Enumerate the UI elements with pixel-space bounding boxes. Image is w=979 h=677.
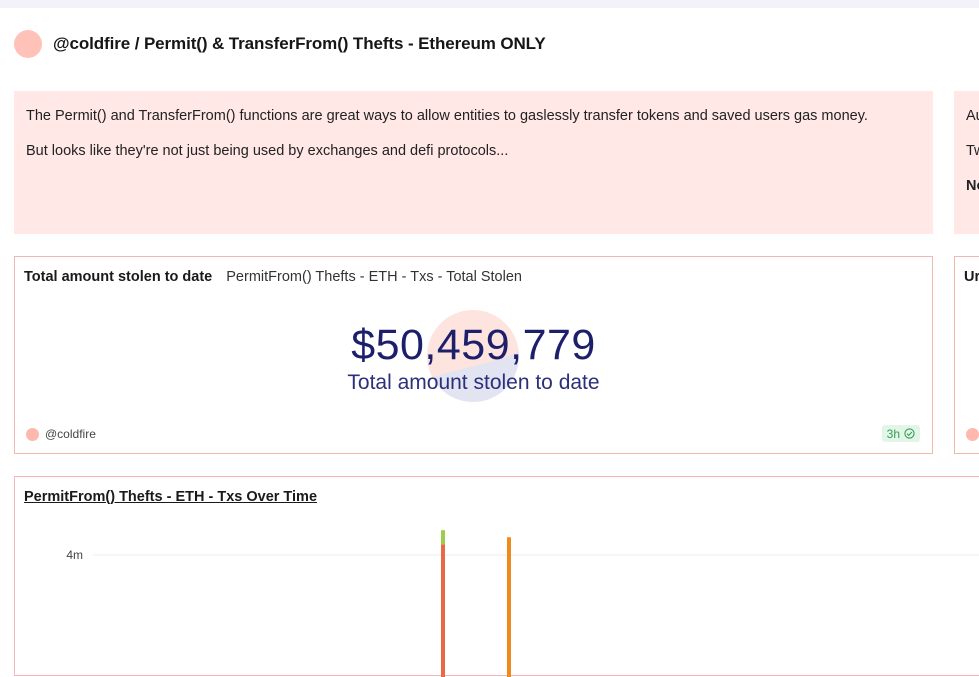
author-name: @coldfire xyxy=(45,427,96,441)
counter-card-author[interactable]: @coldfire xyxy=(26,427,96,441)
counter-value: $50,459,779 xyxy=(351,321,596,369)
side-counter-card[interactable]: Ur xyxy=(954,256,979,454)
author-avatar[interactable] xyxy=(14,30,42,58)
side-text-line-2: Tw xyxy=(966,143,979,159)
counter-card-title: Total amount stolen to date xyxy=(24,269,213,285)
side-author-avatar-small xyxy=(966,428,979,441)
dashboard-title: @coldfire / Permit() & TransferFrom() Th… xyxy=(53,34,546,53)
bar-0-series-0[interactable] xyxy=(441,544,445,677)
dashboard-header: @coldfire / Permit() & TransferFrom() Th… xyxy=(14,29,546,59)
side-counter-card-title: Ur xyxy=(964,269,979,285)
side-text-line-3: No xyxy=(966,178,979,194)
side-counter-card-header: Ur xyxy=(964,269,979,285)
y-tick-label: 4m xyxy=(66,548,83,562)
counter-card-header: Total amount stolen to date PermitFrom()… xyxy=(24,269,522,285)
top-bar-strip xyxy=(0,0,979,8)
chart-card[interactable]: PermitFrom() Thefts - ETH - Txs Over Tim… xyxy=(14,476,979,677)
freshness-badge[interactable]: 3h xyxy=(881,425,920,442)
author-avatar-small xyxy=(26,427,39,441)
description-paragraph-1: The Permit() and TransferFrom() function… xyxy=(26,108,868,124)
check-circle-icon xyxy=(904,428,915,439)
counter-card[interactable]: Total amount stolen to date PermitFrom()… xyxy=(14,256,933,454)
side-text-line-1: Au xyxy=(966,108,979,124)
bar-chart: 4m xyxy=(66,530,979,677)
side-text-card: Au Tw No xyxy=(954,91,979,234)
description-paragraph-2: But looks like they're not just being us… xyxy=(26,143,509,159)
description-text-card: The Permit() and TransferFrom() function… xyxy=(14,91,933,234)
freshness-text: 3h xyxy=(886,426,900,441)
bar-1-series-2[interactable] xyxy=(507,537,511,677)
counter-subtitle: Total amount stolen to date xyxy=(347,371,600,394)
counter-card-query-link[interactable]: PermitFrom() Thefts - ETH - Txs - Total … xyxy=(226,269,522,285)
bar-0-series-1[interactable] xyxy=(441,530,445,545)
